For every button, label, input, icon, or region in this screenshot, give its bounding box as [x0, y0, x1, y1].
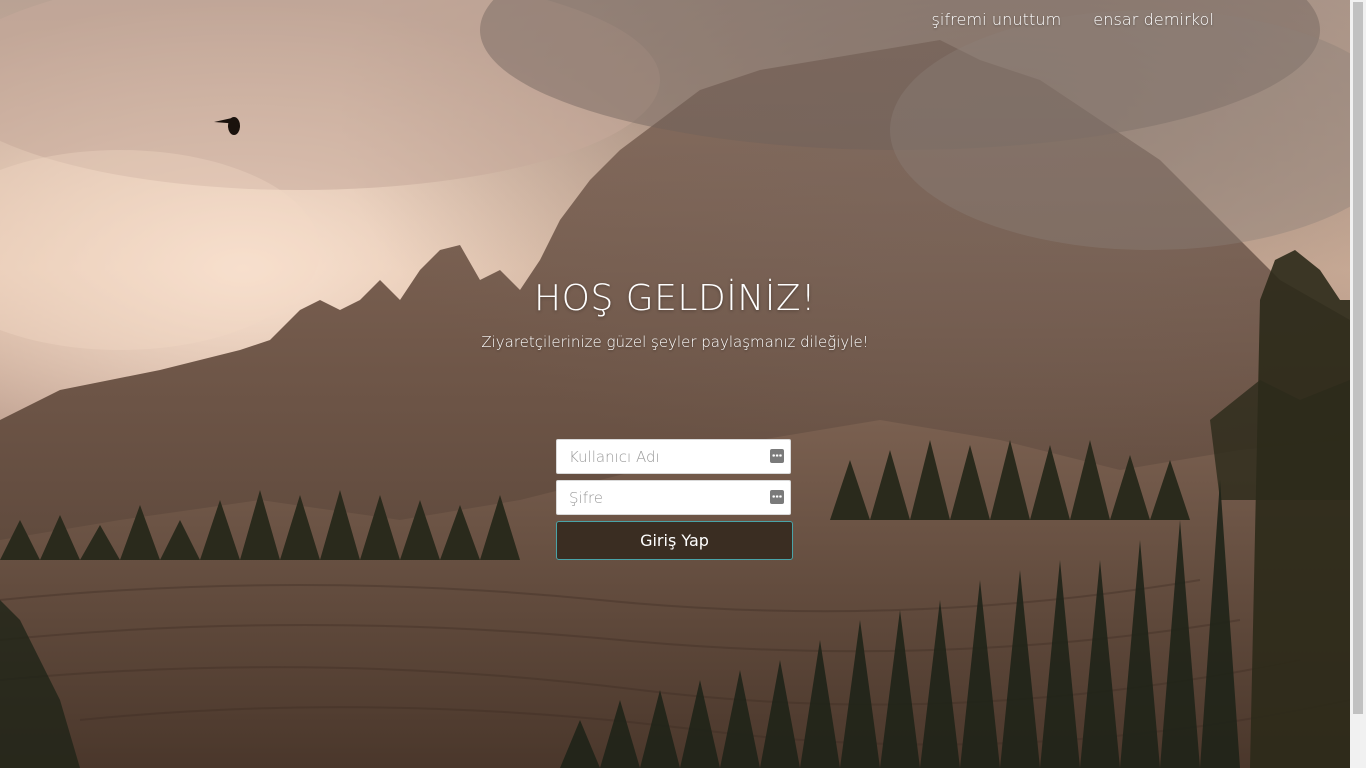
- vertical-scrollbar[interactable]: [1350, 0, 1366, 768]
- user-name-link[interactable]: ensar demirkol: [1093, 10, 1214, 29]
- username-input[interactable]: [557, 440, 790, 473]
- username-field: [556, 439, 791, 474]
- top-navigation: şifremi unuttum ensar demirkol: [931, 10, 1214, 29]
- autofill-icon[interactable]: [770, 449, 784, 463]
- page: şifremi unuttum ensar demirkol HOŞ GELDİ…: [0, 0, 1366, 768]
- password-input[interactable]: [557, 481, 790, 514]
- scrollbar-thumb[interactable]: [1353, 2, 1363, 714]
- page-subtitle: Ziyaretçilerinize güzel şeyler paylaşman…: [481, 333, 869, 351]
- forgot-password-link[interactable]: şifremi unuttum: [931, 10, 1061, 29]
- password-field: [556, 480, 791, 515]
- autofill-icon[interactable]: [770, 490, 784, 504]
- login-button[interactable]: Giriş Yap: [556, 521, 793, 560]
- mountain-background-image: [0, 0, 1350, 768]
- login-form: Giriş Yap: [556, 439, 793, 560]
- hero-section: HOŞ GELDİNİZ! Ziyaretçilerinize güzel şe…: [0, 278, 1350, 351]
- page-title: HOŞ GELDİNİZ!: [534, 278, 816, 319]
